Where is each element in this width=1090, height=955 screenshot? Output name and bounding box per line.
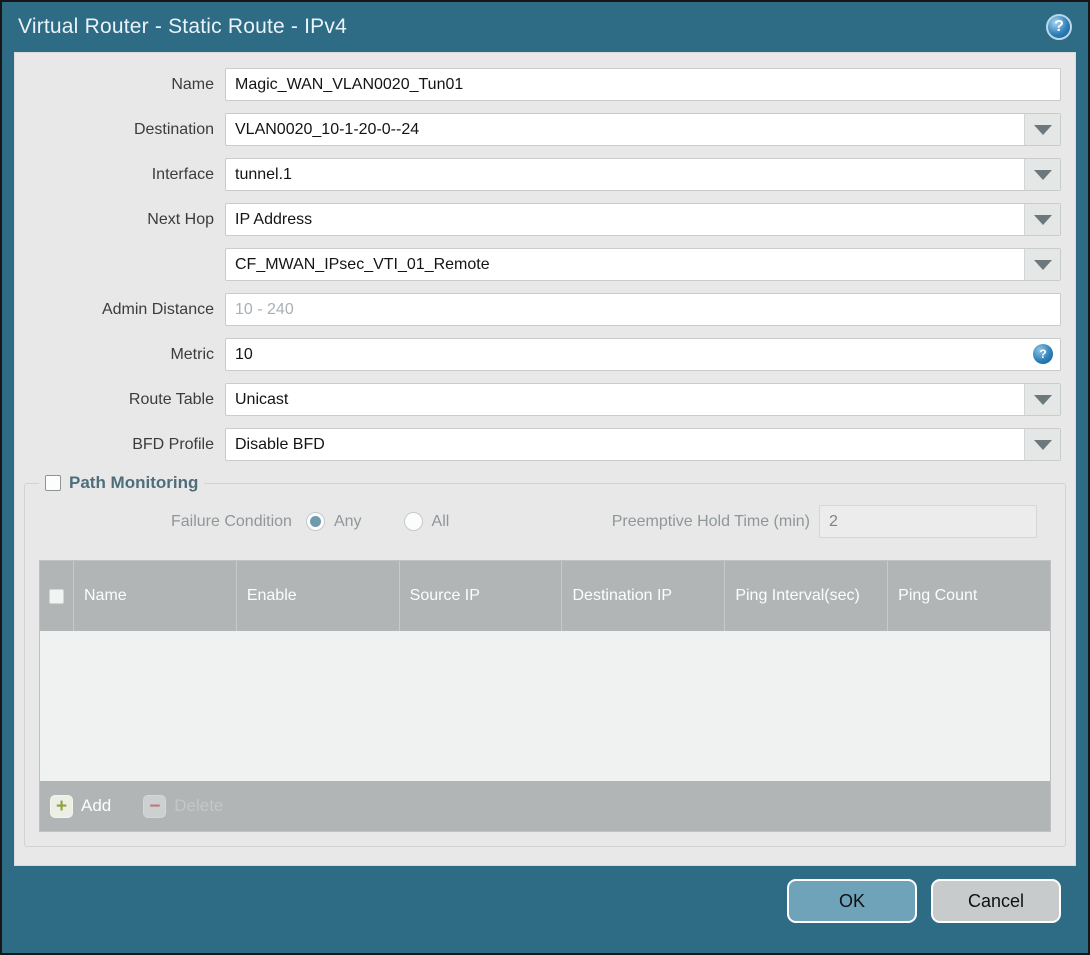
table-header-ping-count[interactable]: Ping Count bbox=[887, 561, 1050, 631]
failure-condition-label: Failure Condition bbox=[171, 512, 292, 530]
table-header-name[interactable]: Name bbox=[73, 561, 236, 631]
interface-label: Interface bbox=[151, 165, 214, 183]
destination-dropdown-icon[interactable] bbox=[1024, 114, 1060, 145]
admin-distance-label: Admin Distance bbox=[101, 300, 214, 318]
form-row-name: Name bbox=[29, 68, 1061, 101]
cancel-button[interactable]: Cancel bbox=[931, 879, 1061, 923]
ok-button[interactable]: OK bbox=[787, 879, 917, 923]
path-monitoring-title: Path Monitoring bbox=[69, 473, 199, 492]
table-header-source-ip[interactable]: Source IP bbox=[398, 561, 562, 631]
failure-condition-all-label: All bbox=[431, 512, 450, 530]
interface-dropdown-icon[interactable] bbox=[1024, 159, 1060, 190]
dialog-title: Virtual Router - Static Route - IPv4 bbox=[18, 15, 347, 38]
help-icon[interactable]: ? bbox=[1046, 14, 1072, 40]
next-hop-label: Next Hop bbox=[147, 210, 214, 228]
bfd-profile-dropdown-icon[interactable] bbox=[1024, 429, 1060, 460]
route-table-dropdown-icon[interactable] bbox=[1024, 384, 1060, 415]
next-hop-address-dropdown-icon[interactable] bbox=[1024, 249, 1060, 280]
next-hop-type-dropdown-icon[interactable] bbox=[1024, 204, 1060, 235]
table-body-empty bbox=[40, 631, 1050, 781]
interface-input[interactable] bbox=[226, 159, 1024, 190]
failure-condition-row: Failure Condition Any All Preemptive Hol… bbox=[39, 505, 1051, 538]
table-header-destination-ip[interactable]: Destination IP bbox=[561, 561, 724, 631]
admin-distance-input[interactable] bbox=[226, 294, 1060, 325]
name-input[interactable] bbox=[226, 69, 1060, 100]
form-row-bfd-profile: BFD Profile bbox=[29, 428, 1061, 461]
add-icon[interactable]: + bbox=[50, 794, 73, 818]
form-row-admin-distance: Admin Distance bbox=[29, 293, 1061, 326]
destination-label: Destination bbox=[133, 120, 214, 138]
metric-label: Metric bbox=[170, 345, 214, 363]
route-table-input[interactable] bbox=[226, 384, 1024, 415]
path-monitoring-section: Path Monitoring Failure Condition Any Al… bbox=[24, 473, 1066, 847]
form-row-interface: Interface bbox=[29, 158, 1061, 191]
next-hop-address-input[interactable] bbox=[226, 249, 1024, 280]
bfd-profile-label: BFD Profile bbox=[132, 435, 214, 453]
path-monitoring-checkbox[interactable] bbox=[45, 475, 61, 491]
metric-help-icon[interactable]: ? bbox=[1033, 344, 1053, 364]
form-row-destination: Destination bbox=[29, 113, 1061, 146]
preemptive-hold-time-input[interactable] bbox=[819, 505, 1037, 538]
destination-input[interactable] bbox=[226, 114, 1024, 145]
table-header-enable[interactable]: Enable bbox=[235, 561, 399, 631]
select-all-checkbox[interactable] bbox=[49, 588, 64, 604]
dialog-body: Name Destination Interface bbox=[14, 52, 1076, 866]
table-footer: + Add − Delete bbox=[40, 781, 1050, 831]
table-header-select-all bbox=[40, 561, 73, 631]
form-row-next-hop-address bbox=[29, 248, 1061, 281]
delete-icon[interactable]: − bbox=[143, 794, 167, 818]
table-header-row: Name Enable Source IP Destination IP Pin… bbox=[40, 561, 1050, 631]
route-table-label: Route Table bbox=[128, 390, 214, 408]
path-monitoring-table: Name Enable Source IP Destination IP Pin… bbox=[39, 560, 1051, 832]
next-hop-type-input[interactable] bbox=[226, 204, 1024, 235]
dialog-titlebar: Virtual Router - Static Route - IPv4 ? bbox=[2, 2, 1088, 52]
form-row-route-table: Route Table bbox=[29, 383, 1061, 416]
preemptive-hold-time-label: Preemptive Hold Time (min) bbox=[611, 512, 810, 530]
add-button[interactable]: Add bbox=[81, 796, 111, 816]
form-row-metric: Metric ? bbox=[29, 338, 1061, 371]
static-route-dialog: Virtual Router - Static Route - IPv4 ? N… bbox=[0, 0, 1090, 955]
metric-input[interactable] bbox=[226, 339, 1060, 370]
failure-condition-all-radio[interactable] bbox=[403, 512, 423, 531]
table-header-ping-interval[interactable]: Ping Interval(sec) bbox=[724, 561, 887, 631]
failure-condition-any-label: Any bbox=[333, 512, 362, 530]
failure-condition-any-radio[interactable] bbox=[305, 512, 325, 531]
name-label: Name bbox=[171, 75, 214, 93]
dialog-button-bar: OK Cancel bbox=[787, 879, 1061, 923]
path-monitoring-legend: Path Monitoring bbox=[39, 473, 204, 493]
form-row-next-hop: Next Hop bbox=[29, 203, 1061, 236]
delete-button[interactable]: Delete bbox=[174, 796, 223, 816]
bfd-profile-input[interactable] bbox=[226, 429, 1024, 460]
